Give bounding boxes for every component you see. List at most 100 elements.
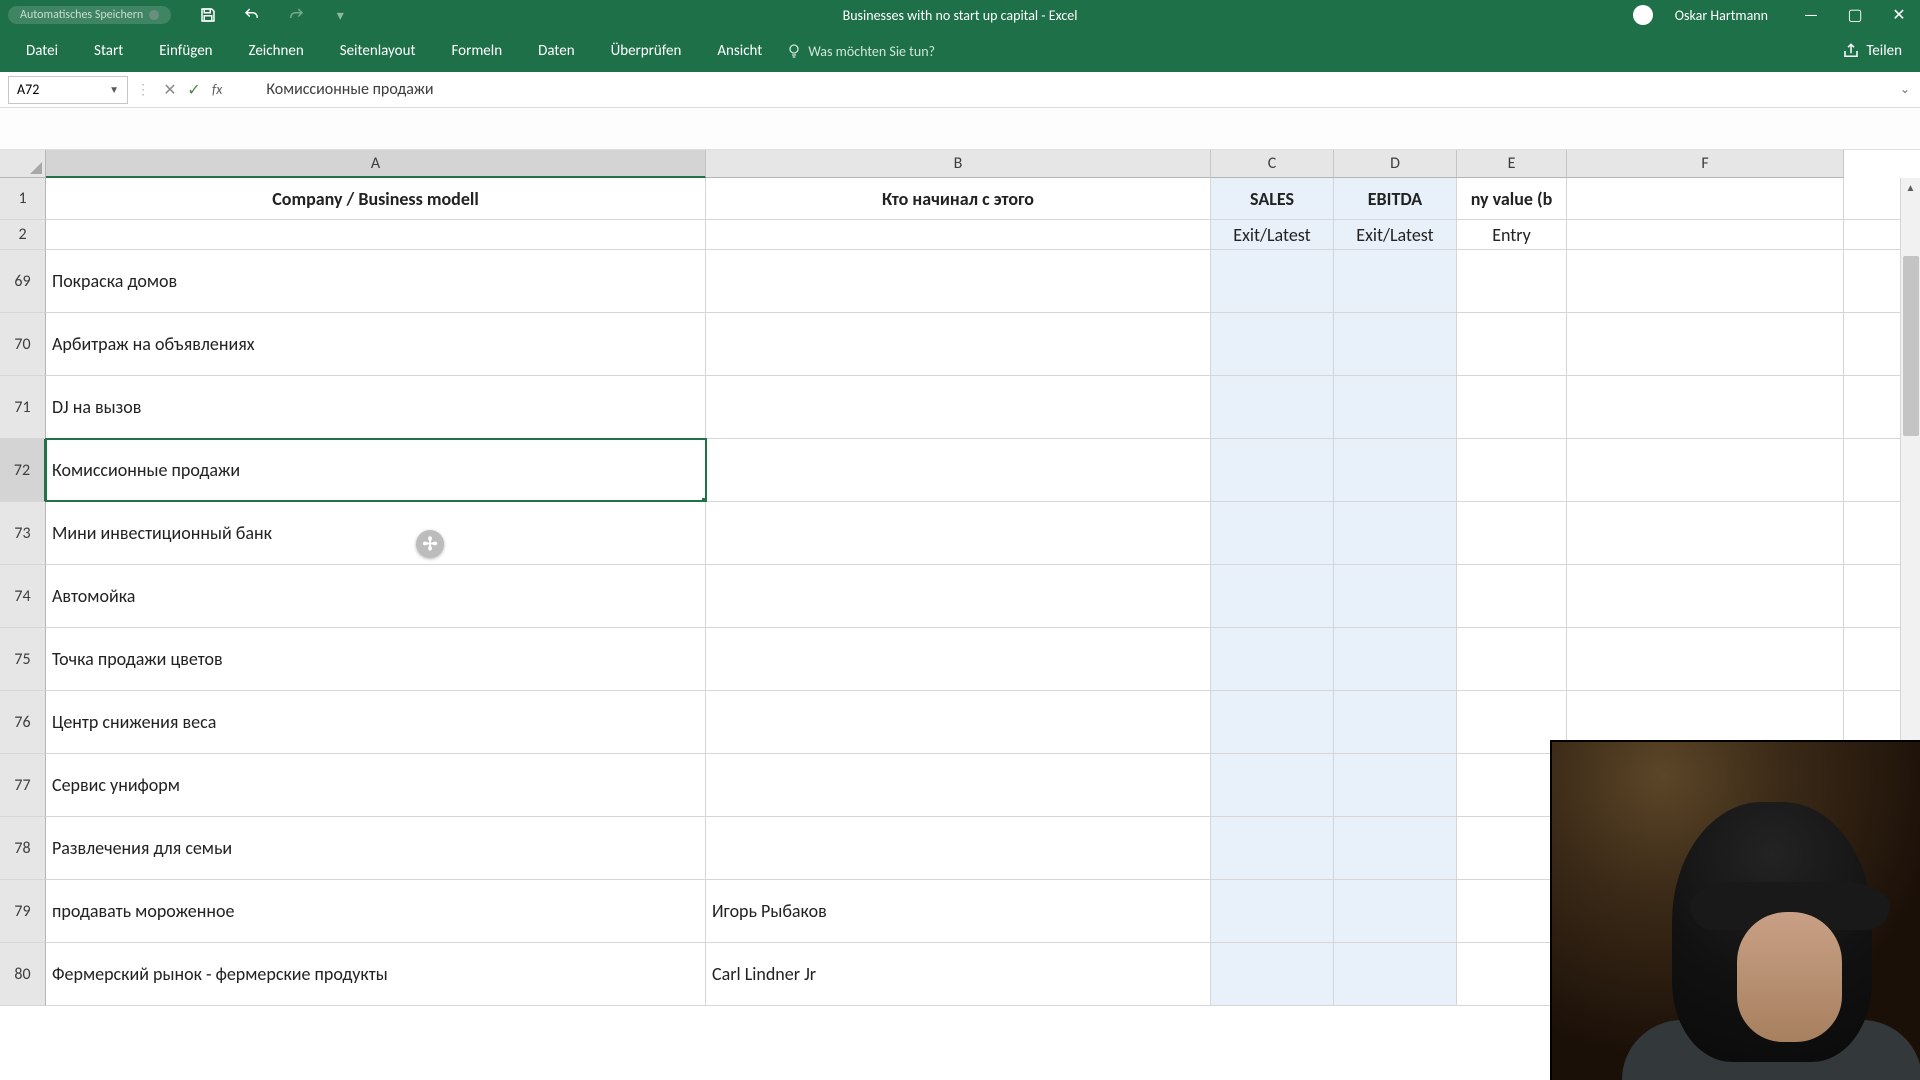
cell-D78[interactable] (1334, 817, 1457, 879)
cell-A76[interactable]: Центр снижения веса (46, 691, 706, 753)
subheader-sales[interactable]: Exit/Latest (1211, 220, 1334, 249)
cell-B75[interactable] (706, 628, 1211, 690)
cell-B78[interactable] (706, 817, 1211, 879)
tab-einfugen[interactable]: Einfügen (141, 36, 230, 66)
scroll-up-icon[interactable]: ▲ (1901, 178, 1920, 198)
cell-D70[interactable] (1334, 313, 1457, 375)
row-header-76[interactable]: 76 (0, 691, 46, 754)
tell-me-search[interactable]: Was möchten Sie tun? (786, 43, 935, 60)
tab-ansicht[interactable]: Ansicht (699, 36, 780, 66)
scroll-thumb[interactable] (1903, 256, 1919, 436)
share-button[interactable]: Teilen (1842, 42, 1902, 60)
cell-E71[interactable] (1457, 376, 1567, 438)
tab-start[interactable]: Start (76, 36, 141, 66)
cell-C69[interactable] (1211, 250, 1334, 312)
cell-E69[interactable] (1457, 250, 1567, 312)
header-company-value[interactable]: ny value (b (1457, 178, 1567, 219)
tab-formeln[interactable]: Formeln (434, 36, 521, 66)
cancel-formula-icon[interactable]: ✕ (158, 80, 182, 100)
cell-A79[interactable]: продавать мороженное (46, 880, 706, 942)
cell-A69[interactable]: Покраска домов (46, 250, 706, 312)
subheader-entry[interactable]: Entry (1457, 220, 1567, 249)
cell-D69[interactable] (1334, 250, 1457, 312)
col-header-E[interactable]: E (1457, 150, 1567, 178)
cell-E70[interactable] (1457, 313, 1567, 375)
cell-B72[interactable] (706, 439, 1211, 501)
customize-icon[interactable]: ▾ (331, 6, 349, 24)
cell-A75[interactable]: Точка продажи цветов (46, 628, 706, 690)
cell-F70[interactable] (1567, 313, 1844, 375)
cell-D72[interactable] (1334, 439, 1457, 501)
cell-C71[interactable] (1211, 376, 1334, 438)
cell-E75[interactable] (1457, 628, 1567, 690)
cell-B70[interactable] (706, 313, 1211, 375)
cell-A78[interactable]: Развлечения для семьи (46, 817, 706, 879)
minimize-button[interactable]: — (1800, 6, 1822, 25)
cell-B76[interactable] (706, 691, 1211, 753)
cell-C77[interactable] (1211, 754, 1334, 816)
cell-D75[interactable] (1334, 628, 1457, 690)
header-company[interactable]: Company / Business modell (46, 178, 706, 219)
name-box[interactable]: A72 ▼ (8, 76, 128, 104)
subheader-b[interactable] (706, 220, 1211, 249)
name-box-dropdown-icon[interactable]: ▼ (109, 83, 119, 96)
formula-input[interactable]: Комиссионные продажи (258, 76, 1890, 104)
cell-E72[interactable] (1457, 439, 1567, 501)
cell-A74[interactable]: Автомойка (46, 565, 706, 627)
cell-B77[interactable] (706, 754, 1211, 816)
col-header-B[interactable]: B (706, 150, 1211, 178)
cell-C76[interactable] (1211, 691, 1334, 753)
close-button[interactable]: ✕ (1888, 5, 1910, 25)
tab-zeichnen[interactable]: Zeichnen (231, 36, 322, 66)
row-header-71[interactable]: 71 (0, 376, 46, 439)
subheader-a[interactable] (46, 220, 706, 249)
row-header-75[interactable]: 75 (0, 628, 46, 691)
cell-A71[interactable]: DJ на вызов (46, 376, 706, 438)
col-header-F[interactable]: F (1567, 150, 1844, 178)
header-f[interactable] (1567, 178, 1844, 219)
cell-C80[interactable] (1211, 943, 1334, 1005)
subheader-f[interactable] (1567, 220, 1844, 249)
cell-F73[interactable] (1567, 502, 1844, 564)
cell-C78[interactable] (1211, 817, 1334, 879)
header-ebitda[interactable]: EBITDA (1334, 178, 1457, 219)
cell-B74[interactable] (706, 565, 1211, 627)
spreadsheet-grid[interactable]: ABCDEF 12697071727374757677787980 Compan… (0, 150, 1920, 1080)
redo-icon[interactable] (287, 6, 305, 24)
cell-B69[interactable] (706, 250, 1211, 312)
select-all-corner[interactable] (0, 150, 46, 178)
cell-A73[interactable]: Мини инвестиционный банк (46, 502, 706, 564)
accept-formula-icon[interactable]: ✓ (182, 80, 206, 100)
subheader-ebitda[interactable]: Exit/Latest (1334, 220, 1457, 249)
row-header-72[interactable]: 72 (0, 439, 46, 502)
cell-C70[interactable] (1211, 313, 1334, 375)
col-header-C[interactable]: C (1211, 150, 1334, 178)
col-header-D[interactable]: D (1334, 150, 1457, 178)
header-sales[interactable]: SALES (1211, 178, 1334, 219)
cell-F72[interactable] (1567, 439, 1844, 501)
tab-seitenlayout[interactable]: Seitenlayout (322, 36, 434, 66)
maximize-button[interactable]: ▢ (1844, 5, 1866, 25)
header-who-started[interactable]: Кто начинал с этого (706, 178, 1211, 219)
fx-icon[interactable]: fx (212, 81, 222, 98)
cell-A72[interactable]: Комиссионные продажи (46, 439, 706, 501)
row-header-1[interactable]: 1 (0, 178, 46, 220)
autosave-toggle[interactable]: Automatisches Speichern (8, 6, 171, 24)
row-header-79[interactable]: 79 (0, 880, 46, 943)
cell-C79[interactable] (1211, 880, 1334, 942)
expand-formula-bar-icon[interactable]: ⌄ (1890, 82, 1920, 97)
cell-E74[interactable] (1457, 565, 1567, 627)
tab-datei[interactable]: Datei (8, 36, 76, 66)
row-header-80[interactable]: 80 (0, 943, 46, 1006)
cell-C75[interactable] (1211, 628, 1334, 690)
cell-F71[interactable] (1567, 376, 1844, 438)
cell-A77[interactable]: Сервис униформ (46, 754, 706, 816)
cell-D80[interactable] (1334, 943, 1457, 1005)
tab-daten[interactable]: Daten (520, 36, 592, 66)
row-header-2[interactable]: 2 (0, 220, 46, 250)
cell-B73[interactable] (706, 502, 1211, 564)
cell-C73[interactable] (1211, 502, 1334, 564)
cell-F74[interactable] (1567, 565, 1844, 627)
cell-E73[interactable] (1457, 502, 1567, 564)
user-name[interactable]: Oskar Hartmann (1675, 7, 1768, 24)
